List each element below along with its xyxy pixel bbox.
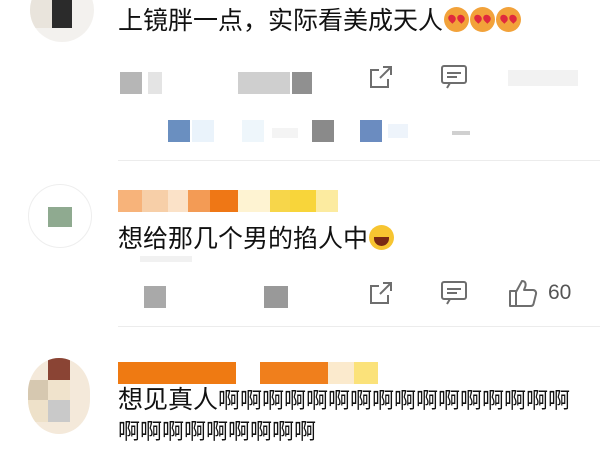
avatar[interactable]	[28, 358, 90, 434]
comment-text-main: 想见真人	[118, 385, 219, 414]
timestamp-mosaic	[140, 256, 192, 262]
comment-text: 上镜胖一点，实际看美成天人	[118, 4, 522, 38]
location-mosaic	[264, 286, 288, 308]
source-mosaic	[148, 72, 162, 94]
reply-mosaic	[388, 124, 408, 138]
like-count: 60	[548, 281, 572, 304]
comment-item-1: 上镜胖一点，实际看美成天人	[0, 0, 600, 150]
comment-text: 想给那几个男的掐人中	[118, 222, 395, 256]
comment-item-3: 想见真人啊啊啊啊啊啊啊啊啊啊啊啊啊啊啊啊啊啊啊啊啊啊啊啊啊	[0, 326, 600, 456]
share-button[interactable]	[368, 280, 394, 306]
like-button[interactable]: 60	[508, 278, 571, 308]
location-mosaic	[292, 72, 312, 94]
thumbs-up-icon	[509, 280, 538, 307]
username-mosaic[interactable]	[118, 362, 378, 384]
reply-mosaic	[242, 120, 264, 142]
reply-mosaic	[168, 120, 190, 142]
share-icon	[370, 282, 392, 304]
location-mosaic	[238, 72, 290, 94]
laughing-emoji	[369, 225, 395, 250]
reply-mosaic	[272, 128, 298, 138]
timestamp-mosaic	[144, 286, 166, 308]
comment-icon	[441, 65, 467, 89]
reply-mosaic	[192, 120, 214, 142]
heart-eyes-emoji	[470, 7, 496, 32]
heart-eyes-emoji	[496, 7, 522, 32]
heart-eyes-emoji	[444, 7, 470, 32]
comment-button[interactable]	[440, 64, 468, 90]
comment-icon	[441, 281, 467, 305]
comment-text-content: 上镜胖一点，实际看美成天人	[118, 6, 444, 35]
reply-mosaic	[360, 120, 382, 142]
username-mosaic[interactable]	[118, 190, 338, 212]
reply-mosaic	[312, 120, 334, 142]
comment-item-2: 想给那几个男的掐人中 60	[0, 160, 600, 328]
avatar[interactable]	[28, 184, 92, 248]
comment-button[interactable]	[440, 280, 468, 306]
comment-text-content: 想给那几个男的掐人中	[118, 224, 369, 253]
reply-mosaic	[452, 131, 470, 135]
avatar[interactable]	[30, 0, 94, 42]
comment-text: 想见真人啊啊啊啊啊啊啊啊啊啊啊啊啊啊啊啊啊啊啊啊啊啊啊啊啊	[118, 384, 588, 448]
like-button-mosaic[interactable]	[508, 70, 578, 86]
share-icon	[370, 66, 392, 88]
timestamp-mosaic	[120, 72, 142, 94]
share-button[interactable]	[368, 64, 394, 90]
